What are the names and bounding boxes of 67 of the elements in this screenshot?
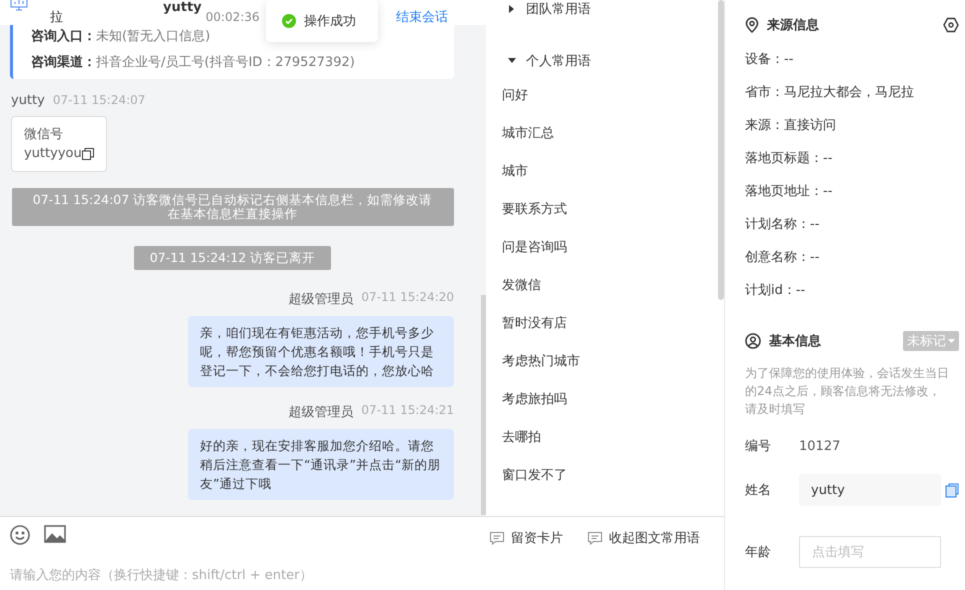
user-circle-icon [745,333,761,349]
source-info-row-text: 创意名称：-- [745,248,820,266]
phrase-item[interactable]: 窗口发不了 [502,456,710,494]
caret-icon [508,57,516,65]
toolbar-button[interactable]: 留资卡片 [489,529,563,547]
scrollbar[interactable] [718,0,724,300]
source-info-row-text: 落地页地址：-- [745,182,834,200]
phrase-item[interactable]: 城市 [502,152,710,190]
wechat-id: yuttyyou [24,145,82,163]
sender-name: 超级管理员 [288,404,354,421]
caret-icon [508,5,516,13]
source-info-row-text: 来源：直接访问 [745,116,837,134]
phrase-item[interactable]: 发微信 [502,266,710,304]
field-label: 编号 [745,438,772,455]
age-field[interactable]: 点击填写 [799,536,941,568]
caret-icon [948,338,955,344]
message-icon [489,531,505,545]
sender-name: yutty [11,93,45,108]
phrase-group[interactable]: 团队常用语 [502,0,710,24]
section-title: 基本信息 [769,333,821,350]
phrase-item[interactable]: 考虑旅拍吗 [502,380,710,418]
phrase-item[interactable]: 问好 [502,76,710,114]
monitor-icon [10,0,28,12]
system-notice: 07-11 15:24:07 访客微信号已自动标记右侧基本信息栏，如需修改请在基本信息栏直接操作 [12,188,454,226]
name-field[interactable]: yutty [799,474,941,506]
card-title: 微信号 [24,126,64,144]
notice-text: 为了保障您的使用体验，会话发生当日的24点之后，顾客信息将无法修改，请及时填写 [745,365,950,418]
sender-name: 超级管理员 [288,291,354,308]
scrollbar[interactable] [481,295,486,515]
source-info-row-text: 设备：-- [745,50,794,68]
consult-info: 咨询渠道：抖音企业号/员工号(抖音号ID：279527392) [31,54,356,71]
phrase-group[interactable]: 个人常用语 [502,46,710,76]
phrase-item[interactable]: 要联系方式 [502,190,710,228]
hexagon-icon[interactable] [943,17,959,33]
message-time: 07-11 15:24:21 [361,403,454,419]
message-bubble: 亲，咱们现在有钜惠活动，您手机号多少呢，帮您预留个优惠名额哦！手机号只是登记一下，不会给您打电话的，您放心哈 [188,316,454,387]
message-input[interactable]: 请输入您的内容（换行快捷键：shift/ctrl + enter） [0,560,724,590]
source-info-row-text: 落地页标题：-- [745,150,834,168]
chat-duration: 00:02:36 [206,10,260,24]
field-value: 10127 [799,438,840,454]
phrase-item[interactable]: 考虑热门城市 [502,342,710,380]
phrase-item[interactable]: 问是咨询吗 [502,228,710,266]
source-info-row-text: 计划名称：-- [745,216,820,234]
consult-info: 咨询入口：未知(暂无入口信息) [31,28,212,45]
smiley-icon[interactable] [10,525,30,545]
source-info-row-text: 计划id：-- [745,282,806,300]
phrase-item[interactable]: 城市汇总 [502,114,710,152]
message-time: 07-11 15:24:07 [52,93,146,108]
section-title: 来源信息 [767,17,819,34]
message-icon [587,531,603,545]
field-label: 年龄 [745,544,772,561]
location-pin-icon [745,17,759,33]
system-notice: 07-11 15:24:12 访客已离开 [134,246,332,270]
visitor-name: yutty [163,0,202,15]
message-time: 07-11 15:24:20 [361,290,454,306]
copy-icon[interactable] [82,148,94,160]
end-session-link[interactable]: 结束会话 [396,8,448,25]
visitor-location: 拉 [50,9,63,25]
toolbar-button[interactable]: 收起图文常用语 [587,529,700,547]
field-label: 姓名 [745,482,772,499]
image-icon[interactable] [44,525,66,543]
phrase-item[interactable]: 暂时没有店 [502,304,710,342]
check-circle-icon [282,14,296,28]
toast-text: 操作成功 [304,13,356,30]
phrase-item[interactable]: 去哪拍 [502,418,710,456]
message-bubble: 好的亲，现在安排客服加您介绍哈。请您稍后注意查看一下“通讯录”并点击“新的朋友”通过下哦 [188,429,454,500]
source-info-row-text: 省市：马尼拉大都会，马尼拉 [745,84,915,102]
